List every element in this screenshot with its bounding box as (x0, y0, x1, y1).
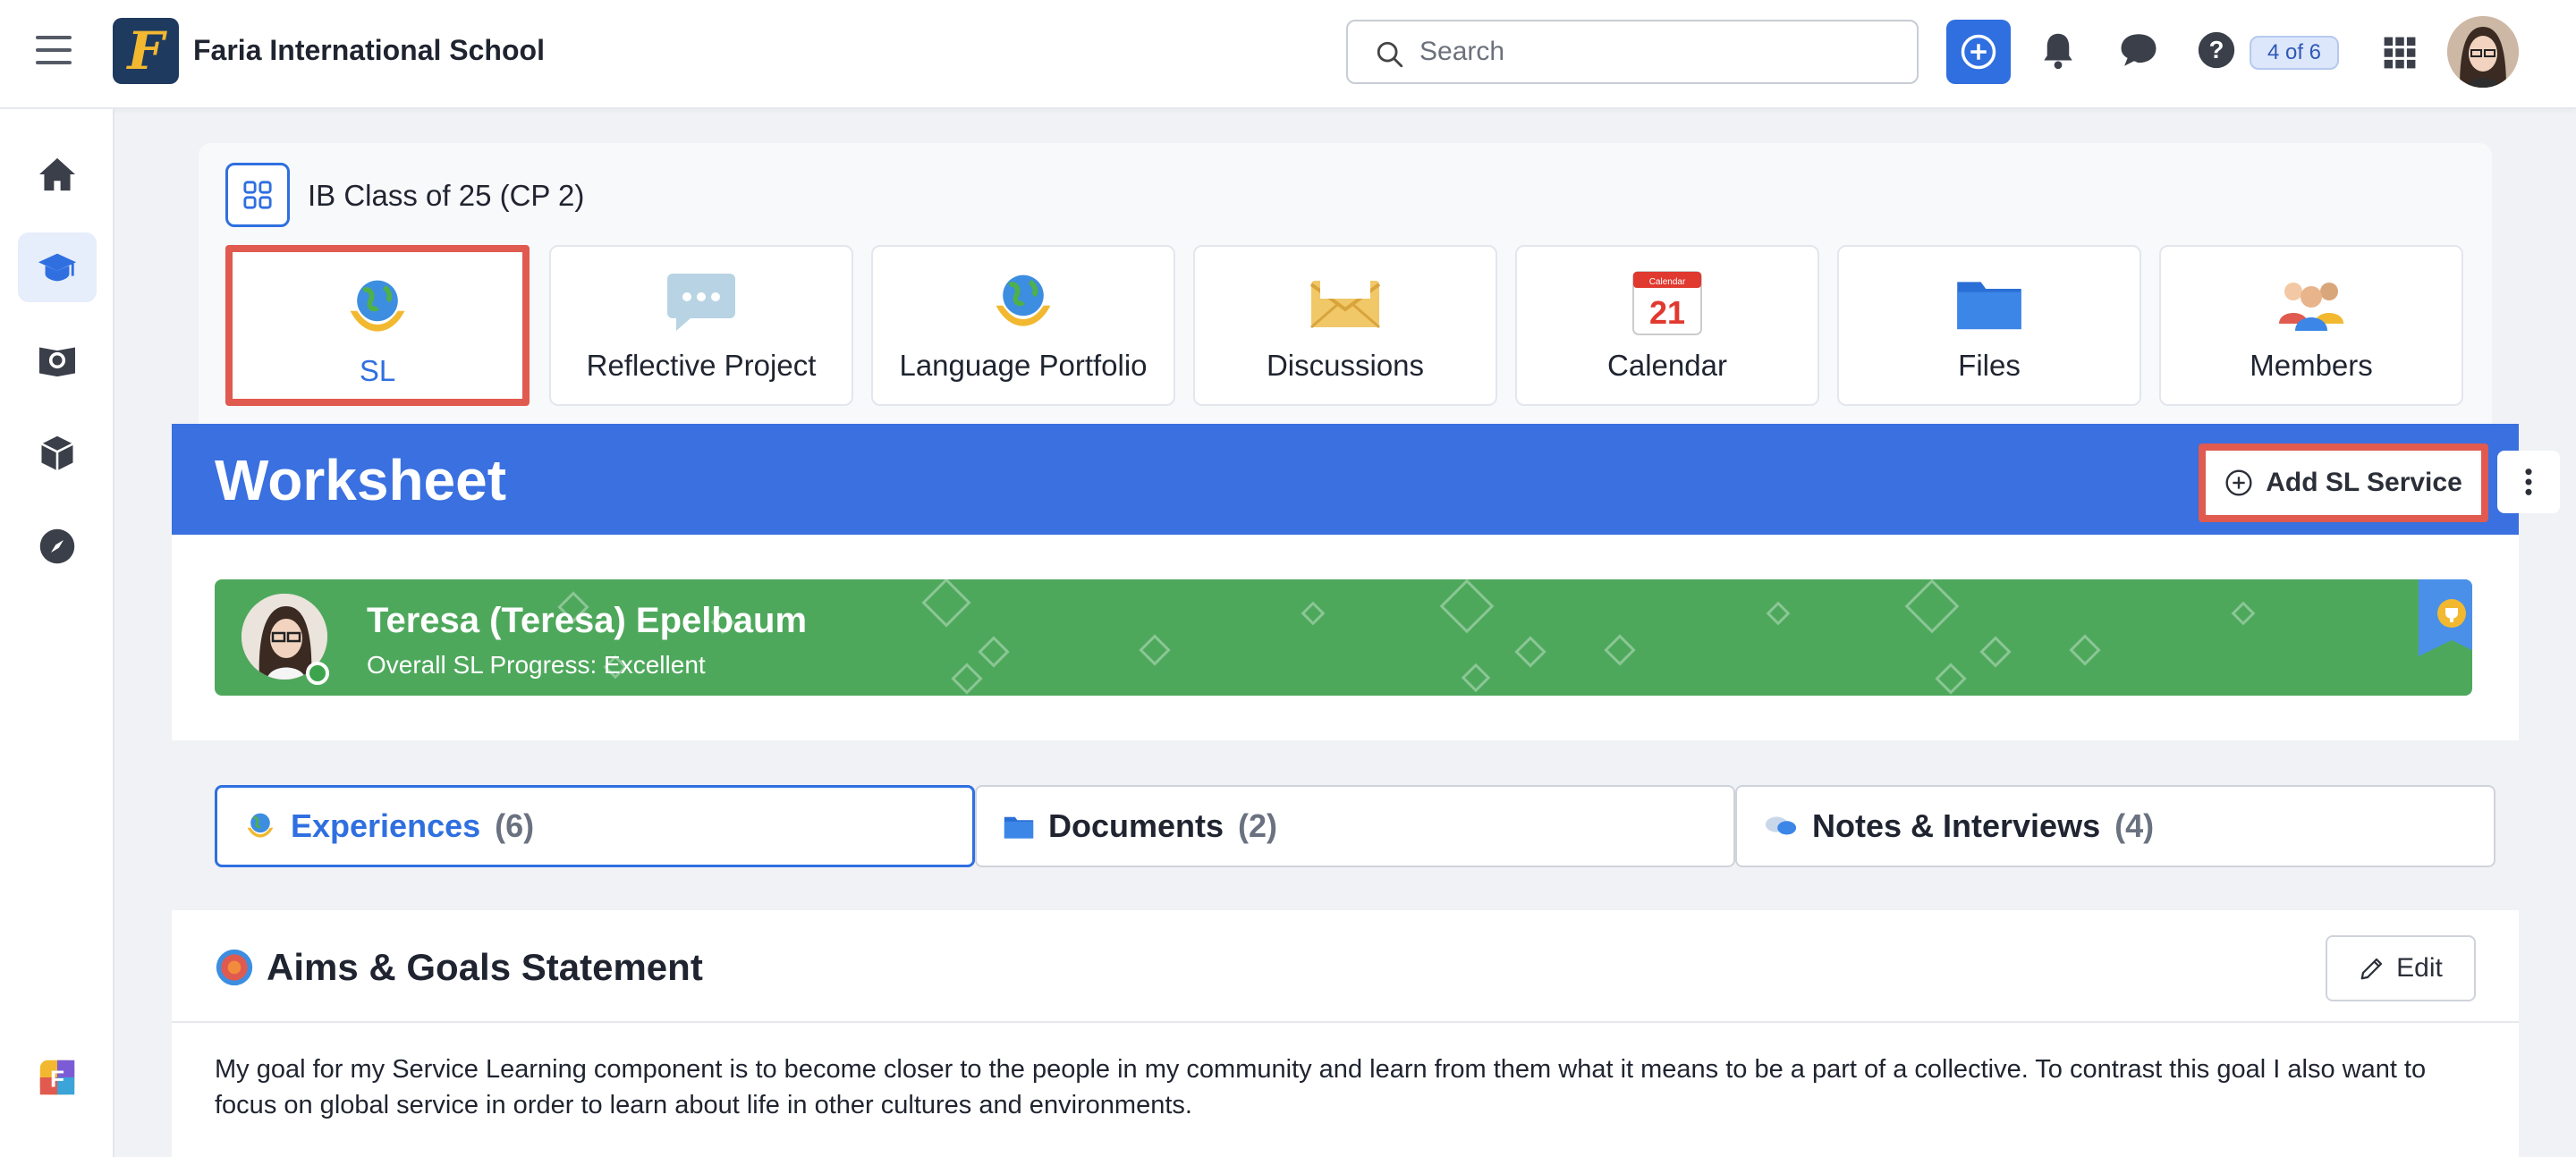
edit-label: Edit (2396, 953, 2443, 983)
globe-hands-icon (233, 272, 522, 343)
edit-aims-button[interactable]: Edit (2326, 935, 2476, 1001)
chat-icon[interactable] (2118, 30, 2159, 74)
left-rail: F (0, 109, 114, 1157)
svg-text:?: ? (2209, 36, 2224, 63)
tab-count: (4) (2114, 807, 2155, 844)
globe-hands-icon (873, 266, 1174, 338)
hamburger-menu-icon[interactable] (36, 36, 72, 64)
tile-label: Members (2250, 349, 2373, 382)
chat-bubbles-icon (1765, 816, 1797, 835)
tile-label: Discussions (1266, 349, 1425, 382)
aims-section-header: Aims & Goals Statement (215, 946, 703, 989)
svg-text:Calendar: Calendar (1649, 277, 1686, 287)
tab-label: Notes & Interviews (1812, 807, 2101, 844)
graduation-cap-icon (38, 253, 77, 282)
tile-members[interactable]: Members (2159, 245, 2463, 406)
tile-label: Language Portfolio (899, 349, 1148, 382)
tab-label: Experiences (291, 807, 481, 844)
add-sl-service-label: Add SL Service (2266, 468, 2462, 497)
envelope-icon (1195, 266, 1496, 338)
section-divider (172, 1021, 2519, 1023)
student-progress: Overall SL Progress: Excellent (367, 651, 706, 679)
calendar-icon: Calendar 21 (1517, 266, 1818, 338)
home-icon (39, 157, 75, 191)
tile-language-portfolio[interactable]: Language Portfolio (871, 245, 1175, 406)
tab-documents[interactable]: Documents (2) (975, 785, 1735, 867)
rail-classes[interactable] (18, 232, 97, 302)
school-name[interactable]: Faria International School (193, 34, 545, 67)
globe-hands-icon (247, 813, 274, 838)
cube-icon (40, 435, 74, 471)
plus-circle-icon (2225, 469, 2252, 496)
student-name[interactable]: Teresa (Teresa) Epelbaum (367, 601, 807, 641)
globe-book-icon (39, 347, 75, 377)
rail-app-logo[interactable]: F (18, 1043, 97, 1112)
class-menu-button[interactable] (225, 163, 290, 227)
svg-text:21: 21 (1649, 294, 1685, 331)
rail-library[interactable] (18, 325, 97, 395)
more-options-button[interactable] (2497, 451, 2560, 513)
grid-icon (243, 181, 272, 209)
apps-grid-icon[interactable] (2383, 36, 2417, 74)
svg-text:F: F (50, 1066, 64, 1093)
tab-count: (2) (1238, 807, 1278, 844)
tile-discussions[interactable]: Discussions (1193, 245, 1497, 406)
logo-letter: F (127, 21, 165, 81)
compass-icon (39, 528, 75, 564)
worksheet-content: Teresa (Teresa) Epelbaum Overall SL Prog… (172, 535, 2519, 1157)
top-bar: F Faria International School ? 4 of 6 (0, 0, 2576, 109)
pencil-icon (2360, 958, 2383, 980)
help-icon[interactable]: ? (2197, 30, 2236, 74)
vertical-dots-icon (2525, 469, 2532, 495)
worksheet-title: Worksheet (215, 448, 507, 512)
tile-label: Reflective Project (586, 349, 817, 382)
rail-home[interactable] (18, 139, 97, 209)
tab-experiences[interactable]: Experiences (6) (215, 785, 975, 867)
tile-reflective-project[interactable]: Reflective Project (549, 245, 853, 406)
aims-title: Aims & Goals Statement (267, 946, 703, 988)
add-button[interactable] (1946, 20, 2011, 84)
folder-icon (1004, 816, 1034, 839)
aims-statement-text: My goal for my Service Learning componen… (215, 1055, 2427, 1119)
rail-resources[interactable] (18, 418, 97, 488)
search-box[interactable] (1346, 20, 1919, 84)
tab-count: (6) (495, 807, 535, 844)
trophy-ribbon-icon[interactable] (2419, 579, 2472, 656)
class-title: IB Class of 25 (CP 2) (308, 179, 585, 212)
page-counter-badge[interactable]: 4 of 6 (2250, 36, 2339, 70)
user-avatar[interactable] (2447, 16, 2519, 88)
tile-files[interactable]: Files (1837, 245, 2141, 406)
rail-explore[interactable] (18, 511, 97, 581)
add-sl-service-button[interactable]: Add SL Service (2199, 443, 2488, 522)
tile-sl[interactable]: SL (225, 245, 530, 406)
search-input[interactable] (1419, 34, 1885, 70)
people-icon (2161, 266, 2462, 338)
faria-app-icon: F (39, 1060, 75, 1095)
worksheet-banner: Worksheet Add SL Service (172, 424, 2560, 535)
plus-circle-icon (1961, 34, 1996, 70)
tile-label: Calendar (1607, 349, 1727, 382)
tile-calendar[interactable]: Calendar 21 Calendar (1515, 245, 1819, 406)
target-icon (216, 949, 253, 986)
online-status-dot (306, 662, 329, 685)
folder-icon (1839, 266, 2140, 338)
bell-icon[interactable] (2039, 30, 2077, 76)
speech-bubble-icon (551, 266, 852, 338)
tile-label: Files (1958, 349, 2021, 382)
search-icon (1377, 41, 1403, 68)
tab-notes-interviews[interactable]: Notes & Interviews (4) (1735, 785, 2496, 867)
tab-label: Documents (1048, 807, 1224, 844)
tile-label: SL (359, 354, 396, 387)
student-band: Teresa (Teresa) Epelbaum Overall SL Prog… (215, 579, 2472, 696)
school-logo[interactable]: F (113, 18, 179, 84)
